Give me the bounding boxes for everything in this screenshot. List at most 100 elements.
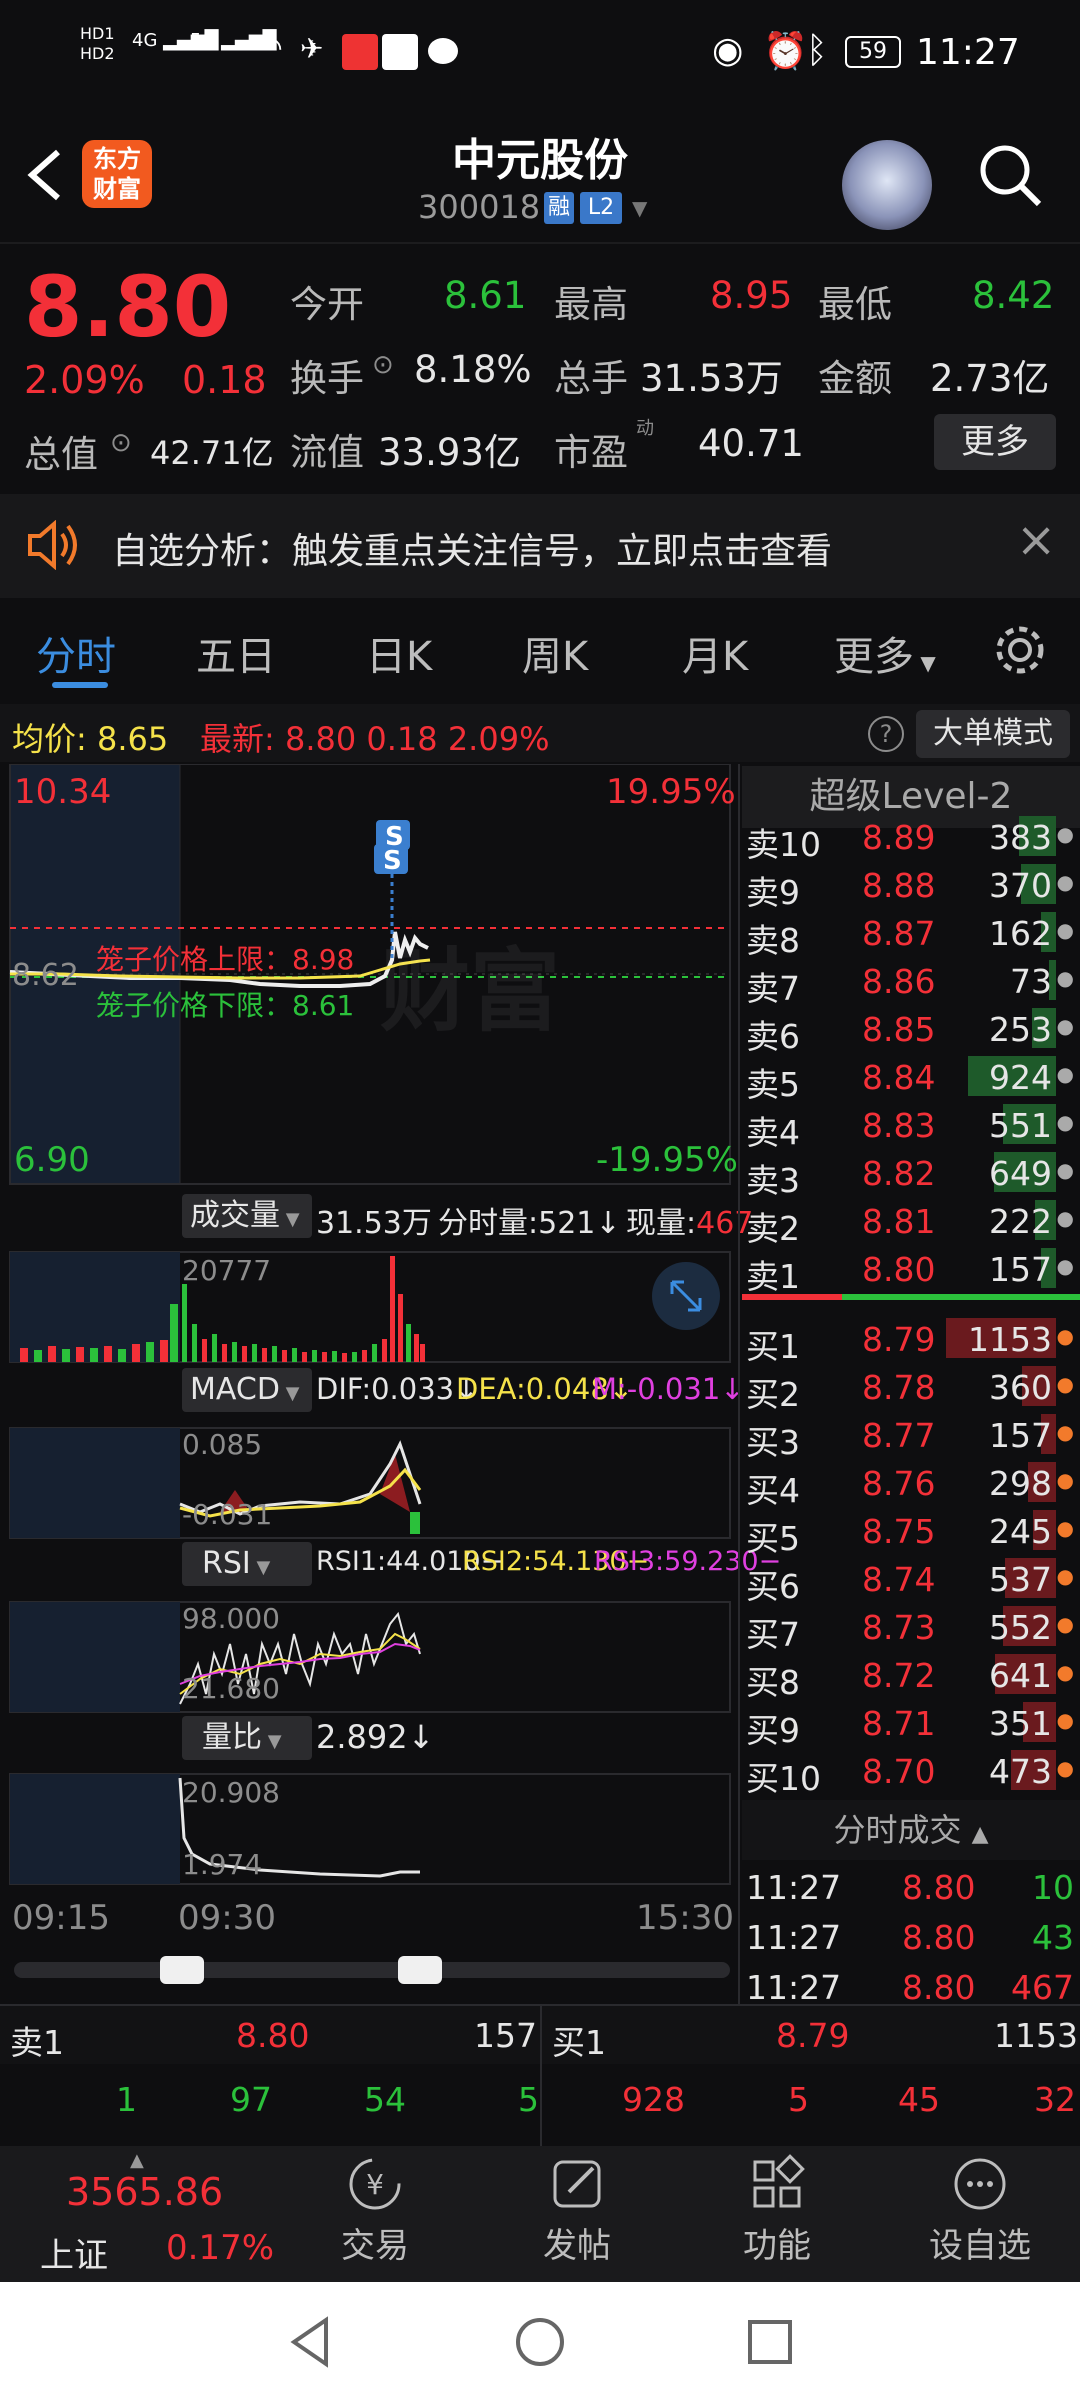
search-button[interactable] <box>975 140 1045 210</box>
rsi-top: 98.000 <box>182 1602 280 1635</box>
help-icon[interactable]: ? <box>868 716 904 752</box>
bid-level-label: 买1 <box>746 1327 800 1366</box>
ask-row[interactable]: 卖3 8.82 649 ● <box>742 1148 1080 1200</box>
bid-row[interactable]: 买7 8.73 552 ● <box>742 1602 1080 1654</box>
bid-level-label: 买3 <box>746 1423 800 1462</box>
bid-row[interactable]: 买4 8.76 298 ● <box>742 1458 1080 1510</box>
clock: 11:27 <box>916 32 1020 73</box>
ask-row[interactable]: 卖4 8.83 551 ● <box>742 1100 1080 1152</box>
bid-row[interactable]: 买3 8.77 157 ● <box>742 1410 1080 1462</box>
gear-icon[interactable] <box>992 622 1048 678</box>
volume-ratio-value: 2.892↓ <box>316 1718 435 1756</box>
total-value-label: 总值 <box>24 433 98 476</box>
lb-bottom: 1.974 <box>182 1848 263 1881</box>
ask-row[interactable]: 卖5 8.84 924 ● <box>742 1052 1080 1104</box>
robot-assistant-icon[interactable] <box>842 140 932 230</box>
indicator-select-volume-ratio[interactable]: 量比 ▼ <box>182 1716 312 1760</box>
more-button[interactable]: 更多 <box>934 414 1056 470</box>
nav-functions[interactable]: 功能 <box>722 2154 832 2274</box>
ask-row[interactable]: 卖1 8.80 157 ● <box>742 1244 1080 1296</box>
turnover-value: 8.18% <box>414 348 532 391</box>
ask-volume: 924 <box>989 1058 1052 1097</box>
dot-icon: ● <box>1056 870 1074 894</box>
range-handle-left[interactable] <box>160 1956 204 1984</box>
tab-week-k[interactable]: 周K <box>522 624 588 682</box>
macd-m: M:-0.031↓ <box>592 1372 745 1406</box>
svg-text:¥: ¥ <box>366 2168 384 2201</box>
ask-price: 8.86 <box>862 962 936 1001</box>
bid-level-label: 买9 <box>746 1711 800 1750</box>
indicator-select-macd[interactable]: MACD ▼ <box>182 1368 312 1412</box>
bid-volume: 245 <box>989 1512 1052 1551</box>
dot-icon: ● <box>1056 1660 1074 1684</box>
ask-row[interactable]: 卖7 8.86 73 ● <box>742 956 1080 1008</box>
macd-dif: DIF:0.033↓ <box>316 1372 479 1406</box>
trade-row: 11:27 8.80 10 <box>742 1862 1080 1910</box>
bid-level-label: 买8 <box>746 1663 800 1702</box>
info-icon[interactable]: ⊙ <box>110 428 132 458</box>
big-order-mode-button[interactable]: 大单模式 <box>916 710 1070 758</box>
bid-row[interactable]: 买5 8.75 245 ● <box>742 1506 1080 1558</box>
nav-post[interactable]: 发帖 <box>522 2154 632 2274</box>
ask-level-label: 卖5 <box>746 1065 800 1104</box>
bid-volume: 641 <box>989 1656 1052 1695</box>
tab-fenshi[interactable]: 分时 <box>36 624 116 682</box>
tab-month-k[interactable]: 月K <box>682 624 748 682</box>
edit-icon <box>553 2160 601 2208</box>
bid-row[interactable]: 买9 8.71 351 ● <box>742 1698 1080 1750</box>
volume-total: 31.53万 <box>316 1206 432 1241</box>
nav-home-icon[interactable] <box>510 2312 570 2372</box>
bid-row[interactable]: 买8 8.72 641 ● <box>742 1650 1080 1702</box>
ask-row[interactable]: 卖9 8.88 370 ● <box>742 860 1080 912</box>
nav-trade[interactable]: ¥ 交易 <box>320 2154 430 2274</box>
tab-more[interactable]: 更多 ▼ <box>834 624 936 682</box>
bid-row[interactable]: 买2 8.78 360 ● <box>742 1362 1080 1414</box>
info-icon[interactable]: ⊙ <box>372 350 394 380</box>
tab-day-k[interactable]: 日K <box>366 624 432 682</box>
ask-volume: 551 <box>989 1106 1052 1145</box>
ask-row[interactable]: 卖2 8.81 222 ● <box>742 1196 1080 1248</box>
dot-icon: ● <box>1056 1206 1074 1230</box>
s-marker-icon[interactable]: S <box>383 846 402 876</box>
divider <box>540 2006 542 2146</box>
bid-row[interactable]: 买1 8.79 1153 ● <box>742 1314 1080 1366</box>
cage-upper-limit: 笼子价格上限：8.98 <box>96 943 355 976</box>
change-amount: 0.18 <box>182 358 267 402</box>
total-value: 42.71亿 <box>150 434 274 472</box>
queue-item: 54 <box>364 2080 406 2119</box>
bid-volume: 552 <box>989 1608 1052 1647</box>
bid-row[interactable]: 买6 8.74 537 ● <box>742 1554 1080 1606</box>
ask-level-label: 卖9 <box>746 873 800 912</box>
ask-price: 8.82 <box>862 1154 936 1193</box>
trade-volume: 10 <box>1032 1868 1074 1907</box>
ask-row[interactable]: 卖10 8.89 383 ● <box>742 812 1080 864</box>
trade-row: 11:27 8.80 467 <box>742 1962 1080 2010</box>
range-handle-right[interactable] <box>398 1956 442 1984</box>
bid-volume: 360 <box>989 1368 1052 1407</box>
bid-row[interactable]: 买10 8.70 473 ● <box>742 1746 1080 1798</box>
indicator-select-volume[interactable]: 成交量 ▼ <box>182 1194 312 1238</box>
speaker-icon <box>28 520 77 570</box>
ask-level-label: 卖4 <box>746 1113 800 1152</box>
ask-level-label: 卖8 <box>746 921 800 960</box>
tab-five-day[interactable]: 五日 <box>196 624 276 682</box>
float-value-label: 流值 <box>290 431 364 474</box>
bluetooth-icon: ᛒ <box>806 30 828 71</box>
chevron-down-icon[interactable]: ▼ <box>632 196 647 220</box>
bid-price: 8.78 <box>862 1368 936 1407</box>
ask-volume: 383 <box>989 818 1052 857</box>
open-label: 今开 <box>290 283 364 326</box>
tab-indicator <box>52 682 108 688</box>
turnover-label: 换手 <box>290 357 364 400</box>
indicator-select-rsi[interactable]: RSI ▼ <box>182 1542 312 1586</box>
ask-row[interactable]: 卖8 8.87 162 ● <box>742 908 1080 960</box>
low-value: 8.42 <box>972 274 1055 317</box>
ask-row[interactable]: 卖6 8.85 253 ● <box>742 1004 1080 1056</box>
close-icon[interactable]: × <box>1016 512 1056 568</box>
bid-price: 8.76 <box>862 1464 936 1503</box>
nav-recents-icon[interactable] <box>740 2312 800 2372</box>
nav-back-icon[interactable] <box>280 2312 340 2372</box>
queue-sell-price: 8.80 <box>236 2016 310 2055</box>
nav-add-watchlist[interactable]: 设自选 <box>910 2154 1050 2274</box>
queue-item: 45 <box>898 2080 940 2119</box>
